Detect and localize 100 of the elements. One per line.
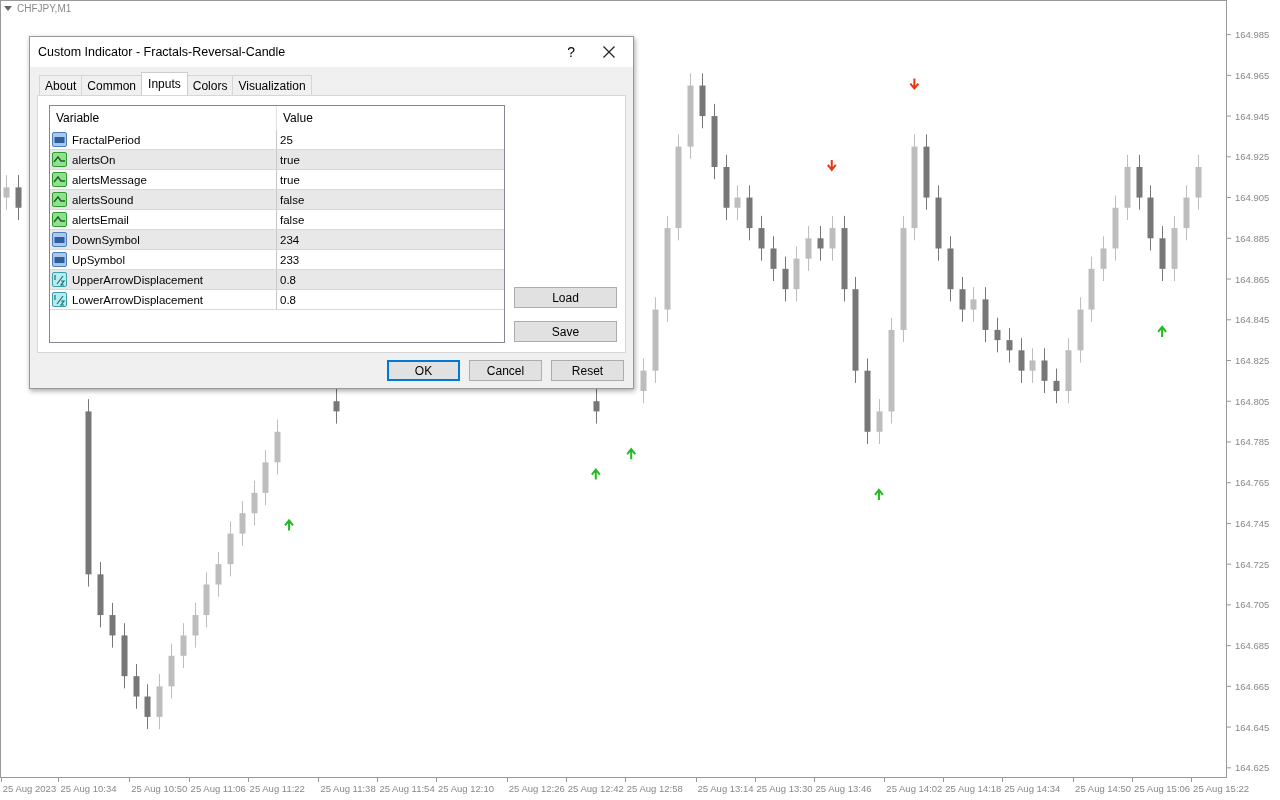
- time-label: 25 Aug 13:14: [697, 783, 754, 794]
- variable-value[interactable]: 233: [280, 253, 300, 266]
- variable-value[interactable]: 25: [280, 133, 293, 146]
- time-label: 25 Aug 2023: [2, 783, 57, 794]
- candle-wick: [1103, 235, 1104, 282]
- time-label: 25 Aug 11:38: [320, 783, 376, 794]
- variable-value[interactable]: false: [280, 213, 305, 226]
- down-arrow-icon: [826, 158, 837, 172]
- price-label: 164.705: [1235, 599, 1270, 611]
- price-label: 164.845: [1235, 314, 1270, 326]
- variable-value[interactable]: 0.8: [280, 273, 296, 286]
- candle-wick: [1056, 368, 1057, 404]
- candle-body: [156, 686, 163, 717]
- number-type-icon: [52, 232, 67, 247]
- candle-body: [829, 228, 836, 249]
- variable-value[interactable]: true: [280, 173, 300, 186]
- tab[interactable]: About: [39, 75, 83, 95]
- candle-body: [168, 655, 175, 687]
- candle-body: [144, 696, 151, 717]
- time-label: 25 Aug 12:42: [567, 783, 624, 794]
- time-label: 25 Aug 12:58: [626, 783, 683, 794]
- candle-body: [1195, 167, 1202, 198]
- candle-body: [817, 238, 824, 249]
- side-button[interactable]: Save: [514, 321, 617, 342]
- tab[interactable]: Visualization: [232, 75, 312, 95]
- variable-name: alertsOn: [72, 153, 116, 166]
- candle-body: [1065, 350, 1072, 392]
- candle-wick: [737, 184, 738, 221]
- column-header[interactable]: Value: [277, 111, 313, 125]
- candle-body: [793, 258, 800, 290]
- dropdown-triangle-icon[interactable]: [4, 5, 12, 12]
- candle-body: [180, 635, 187, 656]
- candle-body: [1029, 360, 1036, 371]
- candle-wick: [1044, 347, 1045, 394]
- close-icon[interactable]: [603, 46, 615, 58]
- variable-value[interactable]: true: [280, 153, 300, 166]
- candle-body: [239, 513, 246, 534]
- price-label: 164.725: [1235, 558, 1270, 570]
- candle-body: [262, 462, 269, 493]
- time-label: 25 Aug 13:30: [756, 783, 813, 794]
- candle-body: [1112, 207, 1119, 249]
- fraction-type-icon: [52, 292, 67, 307]
- tab[interactable]: Inputs: [141, 72, 188, 95]
- candle-wick: [6, 174, 7, 211]
- candle-body: [3, 187, 10, 198]
- candle-wick: [1009, 327, 1010, 363]
- candle-body: [935, 197, 942, 249]
- variable-value[interactable]: 234: [280, 233, 300, 246]
- candle-wick: [195, 602, 196, 649]
- candle-body: [699, 85, 706, 117]
- side-button[interactable]: Load: [514, 287, 617, 308]
- candle-body: [1077, 309, 1084, 351]
- candle-body: [1100, 248, 1107, 269]
- column-header[interactable]: Variable: [50, 106, 277, 130]
- candle-body: [746, 197, 753, 229]
- candle-body: [711, 116, 718, 167]
- candle-body: [215, 564, 222, 585]
- price-label: 164.905: [1235, 192, 1270, 204]
- dialog-button[interactable]: Cancel: [469, 360, 542, 381]
- candle-body: [923, 146, 930, 198]
- candle-body: [1159, 238, 1166, 269]
- price-label: 164.805: [1235, 395, 1270, 407]
- candle-wick: [973, 286, 974, 323]
- candle-body: [758, 228, 765, 249]
- candle-body: [1147, 197, 1154, 239]
- up-arrow-icon: [590, 467, 601, 481]
- price-label: 164.745: [1235, 517, 1270, 529]
- chart-title: CHFJPY,M1: [17, 3, 72, 14]
- candle-body: [805, 238, 812, 259]
- help-button[interactable]: ?: [567, 44, 575, 60]
- candle-wick: [832, 215, 833, 262]
- time-label: 25 Aug 11:06: [190, 783, 246, 794]
- candle-body: [1171, 228, 1178, 269]
- time-label: 25 Aug 15:06: [1134, 783, 1191, 794]
- price-label: 164.985: [1235, 29, 1270, 41]
- dialog-button[interactable]: OK: [387, 360, 460, 381]
- toggle-type-icon: [52, 172, 67, 187]
- candle-wick: [112, 602, 113, 649]
- number-type-icon: [52, 132, 67, 147]
- dialog-button[interactable]: Reset: [551, 360, 624, 381]
- variable-name: alertsSound: [72, 193, 134, 206]
- candle-wick: [254, 480, 255, 526]
- price-label: 164.865: [1235, 273, 1270, 285]
- candle-body: [734, 197, 741, 208]
- candle-body: [652, 309, 659, 371]
- time-label: 25 Aug 13:46: [815, 783, 872, 794]
- price-label: 164.765: [1235, 477, 1270, 489]
- variable-value[interactable]: 0.8: [280, 293, 296, 306]
- candle-body: [959, 289, 966, 310]
- candle-body: [121, 635, 128, 677]
- variable-name: alertsMessage: [72, 173, 147, 186]
- time-label: 25 Aug 11:54: [379, 783, 435, 794]
- number-type-icon: [52, 252, 67, 267]
- variable-value[interactable]: false: [280, 193, 305, 206]
- candle-body: [227, 533, 234, 565]
- candle-wick: [242, 500, 243, 547]
- candle-wick: [962, 276, 963, 323]
- candle-body: [251, 492, 258, 514]
- candle-wick: [785, 256, 786, 302]
- toggle-type-icon: [52, 152, 67, 167]
